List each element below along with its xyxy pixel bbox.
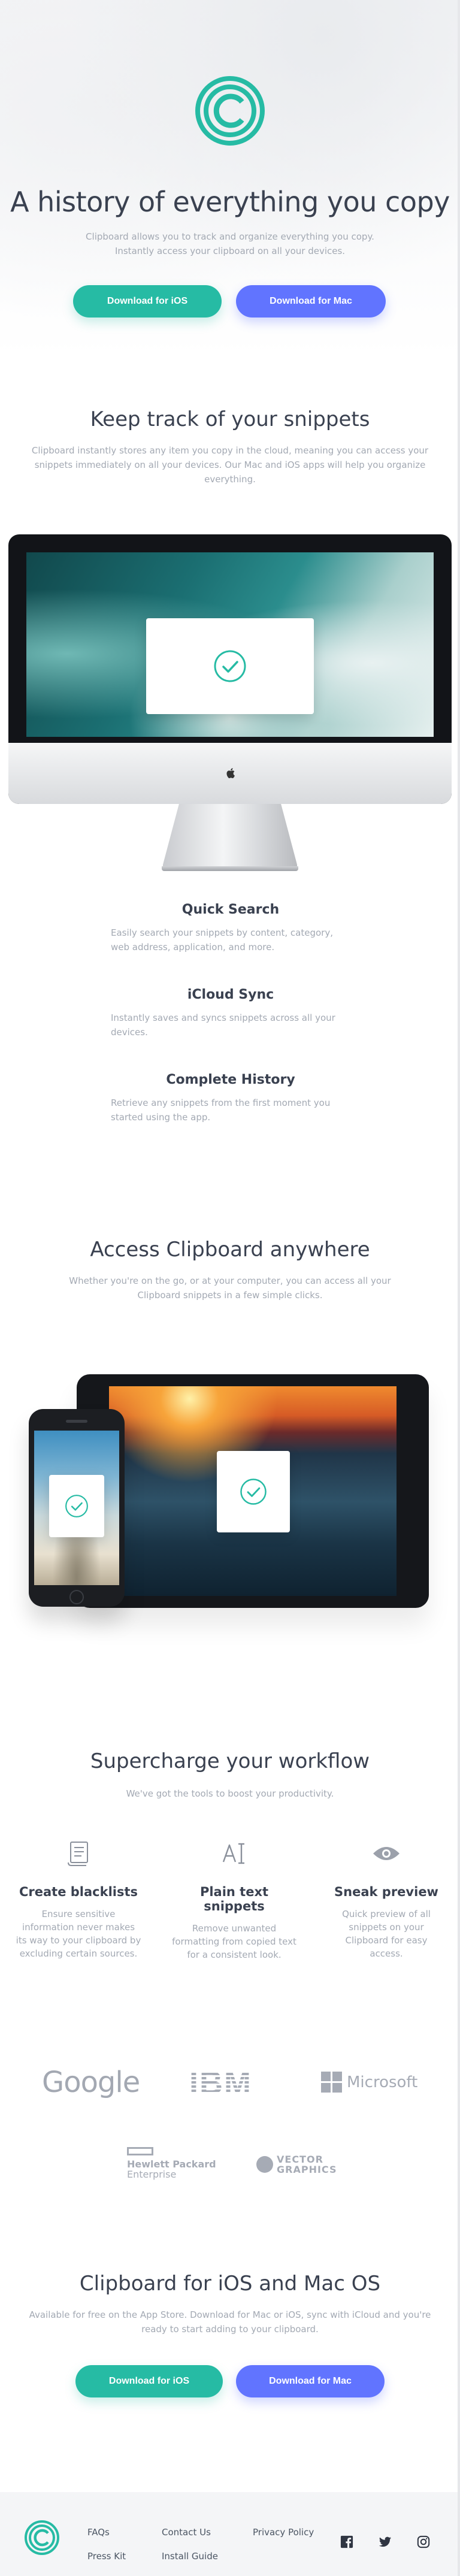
workflow-sneak-preview: Sneak preview Quick preview of all snipp…	[323, 1839, 449, 1960]
footer: FAQs Contact Us Privacy Policy Press Kit…	[0, 2492, 460, 2576]
monitor-check-card	[146, 618, 314, 714]
checkmark-icon	[214, 650, 246, 682]
hero-title: A history of everything you copy	[10, 186, 450, 218]
workflow-subtitle: We've got the tools to boost your produc…	[126, 1788, 334, 1799]
cta-download-ios-button[interactable]: Download for iOS	[75, 2365, 223, 2397]
phone-home-button	[69, 1590, 84, 1604]
ibm-logo: IBM	[189, 2065, 252, 2101]
landing-page: A history of everything you copy Clipboa…	[0, 0, 460, 2576]
workflow-blacklists: Create blacklists Ensure sensitive infor…	[16, 1839, 141, 1960]
blacklist-icon	[68, 1842, 88, 1866]
microsoft-logo: Microsoft	[321, 2072, 417, 2093]
microsoft-squares-icon	[321, 2072, 342, 2093]
tablet-mockup	[77, 1374, 429, 1608]
google-logo: Google	[42, 2066, 140, 2099]
feature-title: iCloud Sync	[187, 987, 274, 1002]
workflow-item-title: Plain text snippets	[199, 1885, 269, 1913]
hpe-logo-text-line2: Enterprise	[127, 2169, 177, 2180]
access-title: Access Clipboard anywhere	[90, 1238, 370, 1262]
microsoft-logo-text: Microsoft	[347, 2073, 418, 2091]
hero-download-ios-button[interactable]: Download for iOS	[73, 285, 222, 318]
checkmark-icon	[240, 1479, 267, 1505]
workflow-item-text: Remove unwanted formatting from copied t…	[172, 1923, 296, 1960]
clipboard-logo-icon	[195, 76, 265, 146]
vg-logo-text-line1: VECTOR	[277, 2154, 323, 2165]
hpe-logo: Hewlett Packard Enterprise	[127, 2147, 216, 2179]
snippets-subtitle: Clipboard instantly stores any item you …	[31, 445, 429, 485]
checkmark-icon	[65, 1495, 88, 1517]
hpe-rectangle-icon	[127, 2147, 153, 2155]
footer-link-install-guide[interactable]: Install Guide	[162, 2551, 218, 2562]
facebook-icon[interactable]	[340, 2535, 353, 2548]
footer-link-privacy[interactable]: Privacy Policy	[253, 2527, 314, 2538]
workflow-item-text: Quick preview of all snippets on your Cl…	[342, 1909, 431, 1959]
monitor-mockup	[8, 534, 452, 804]
access-subtitle: Whether you're on the go, or at your com…	[69, 1275, 391, 1301]
workflow-plain-text: Plain text snippets Remove unwanted form…	[171, 1839, 297, 1961]
twitter-icon[interactable]	[379, 2535, 392, 2548]
page-scrollbar-rail	[458, 0, 460, 2576]
tablet-check-card	[217, 1451, 290, 1532]
text-cursor-icon	[222, 1843, 244, 1864]
footer-link-contact[interactable]: Contact Us	[162, 2527, 211, 2538]
footer-link-faqs[interactable]: FAQs	[87, 2527, 110, 2538]
feature-text: Easily search your snippets by content, …	[111, 927, 333, 953]
monitor-stand	[163, 804, 297, 870]
footer-link-press-kit[interactable]: Press Kit	[87, 2551, 126, 2562]
phone-speaker	[66, 1420, 87, 1423]
snippets-title: Keep track of your snippets	[90, 407, 370, 431]
vector-graphics-logo: VECTOR GRAPHICS	[256, 2154, 337, 2175]
feature-quick-search: Quick Search Easily search your snippets…	[111, 902, 350, 954]
workflow-item-title: Sneak preview	[334, 1885, 438, 1899]
hero-section: A history of everything you copy Clipboa…	[0, 0, 460, 359]
vg-logo-text-line2: GRAPHICS	[277, 2164, 337, 2175]
feature-icloud-sync: iCloud Sync Instantly saves and syncs sn…	[111, 987, 350, 1039]
hpe-logo-text-line1: Hewlett Packard	[127, 2158, 216, 2170]
vector-graphics-circle-icon	[256, 2156, 273, 2173]
cta-subtitle: Available for free on the App Store. Dow…	[29, 2309, 431, 2335]
hero-download-mac-button[interactable]: Download for Mac	[236, 285, 386, 318]
feature-title: Complete History	[166, 1072, 295, 1087]
workflow-item-text: Ensure sensitive information never makes…	[16, 1909, 141, 1959]
feature-text: Retrieve any snippets from the first mom…	[111, 1097, 331, 1123]
phone-check-card	[49, 1475, 104, 1537]
eye-icon	[373, 1847, 400, 1860]
footer-clipboard-logo-icon[interactable]	[24, 2520, 60, 2556]
monitor-stand-foot	[162, 866, 298, 871]
workflow-item-title: Create blacklists	[19, 1885, 138, 1899]
cta-title: Clipboard for iOS and Mac OS	[79, 2272, 381, 2296]
feature-complete-history: Complete History Retrieve any snippets f…	[111, 1072, 350, 1124]
feature-title: Quick Search	[181, 902, 280, 917]
feature-text: Instantly saves and syncs snippets acros…	[111, 1012, 335, 1038]
workflow-title: Supercharge your workflow	[90, 1749, 370, 1773]
apple-logo-icon	[226, 768, 235, 778]
instagram-icon[interactable]	[417, 2535, 430, 2548]
hero-subtitle: Clipboard allows you to track and organi…	[86, 231, 374, 256]
phone-mockup	[29, 1409, 125, 1607]
cta-download-mac-button[interactable]: Download for Mac	[236, 2365, 385, 2397]
